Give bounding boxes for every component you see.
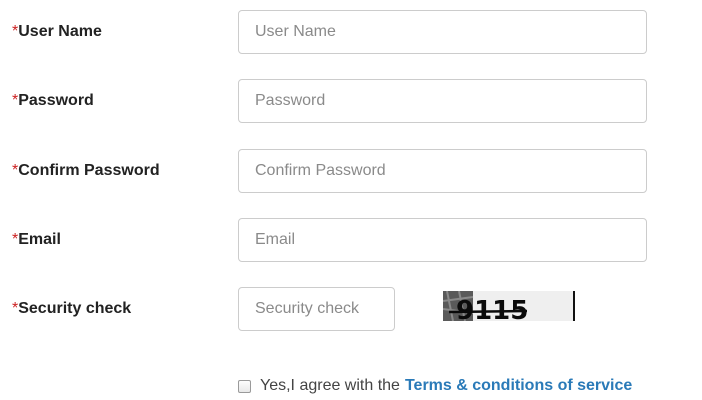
email-input[interactable] [238, 218, 647, 262]
security-check-input[interactable] [238, 287, 395, 331]
captcha-image: 9115 [443, 291, 575, 326]
username-label: *User Name [12, 23, 102, 40]
password-label: *Password [12, 92, 94, 109]
terms-link[interactable]: Terms & conditions of service [405, 377, 632, 395]
terms-agreement: Yes,I agree with the Terms & conditions … [238, 375, 632, 397]
password-input[interactable] [238, 79, 647, 123]
agree-checkbox[interactable] [238, 379, 251, 393]
email-label: *Email [12, 231, 61, 248]
security-check-row: *Security check 9115 [0, 287, 702, 331]
username-row: *User Name [0, 10, 702, 54]
username-input[interactable] [238, 10, 647, 54]
confirm-password-label: *Confirm Password [12, 162, 160, 179]
captcha-noise-block [573, 291, 575, 321]
agree-text: Yes,I agree with the [260, 377, 400, 394]
confirm-password-input[interactable] [238, 149, 647, 193]
password-row: *Password [0, 79, 702, 123]
email-row: *Email [0, 218, 702, 262]
captcha-bottom-edge [443, 321, 575, 326]
captcha-strike-line [448, 309, 528, 314]
captcha-graphic: 9115 [443, 291, 575, 326]
security-check-label: *Security check [12, 300, 132, 317]
confirm-password-row: *Confirm Password [0, 149, 702, 193]
